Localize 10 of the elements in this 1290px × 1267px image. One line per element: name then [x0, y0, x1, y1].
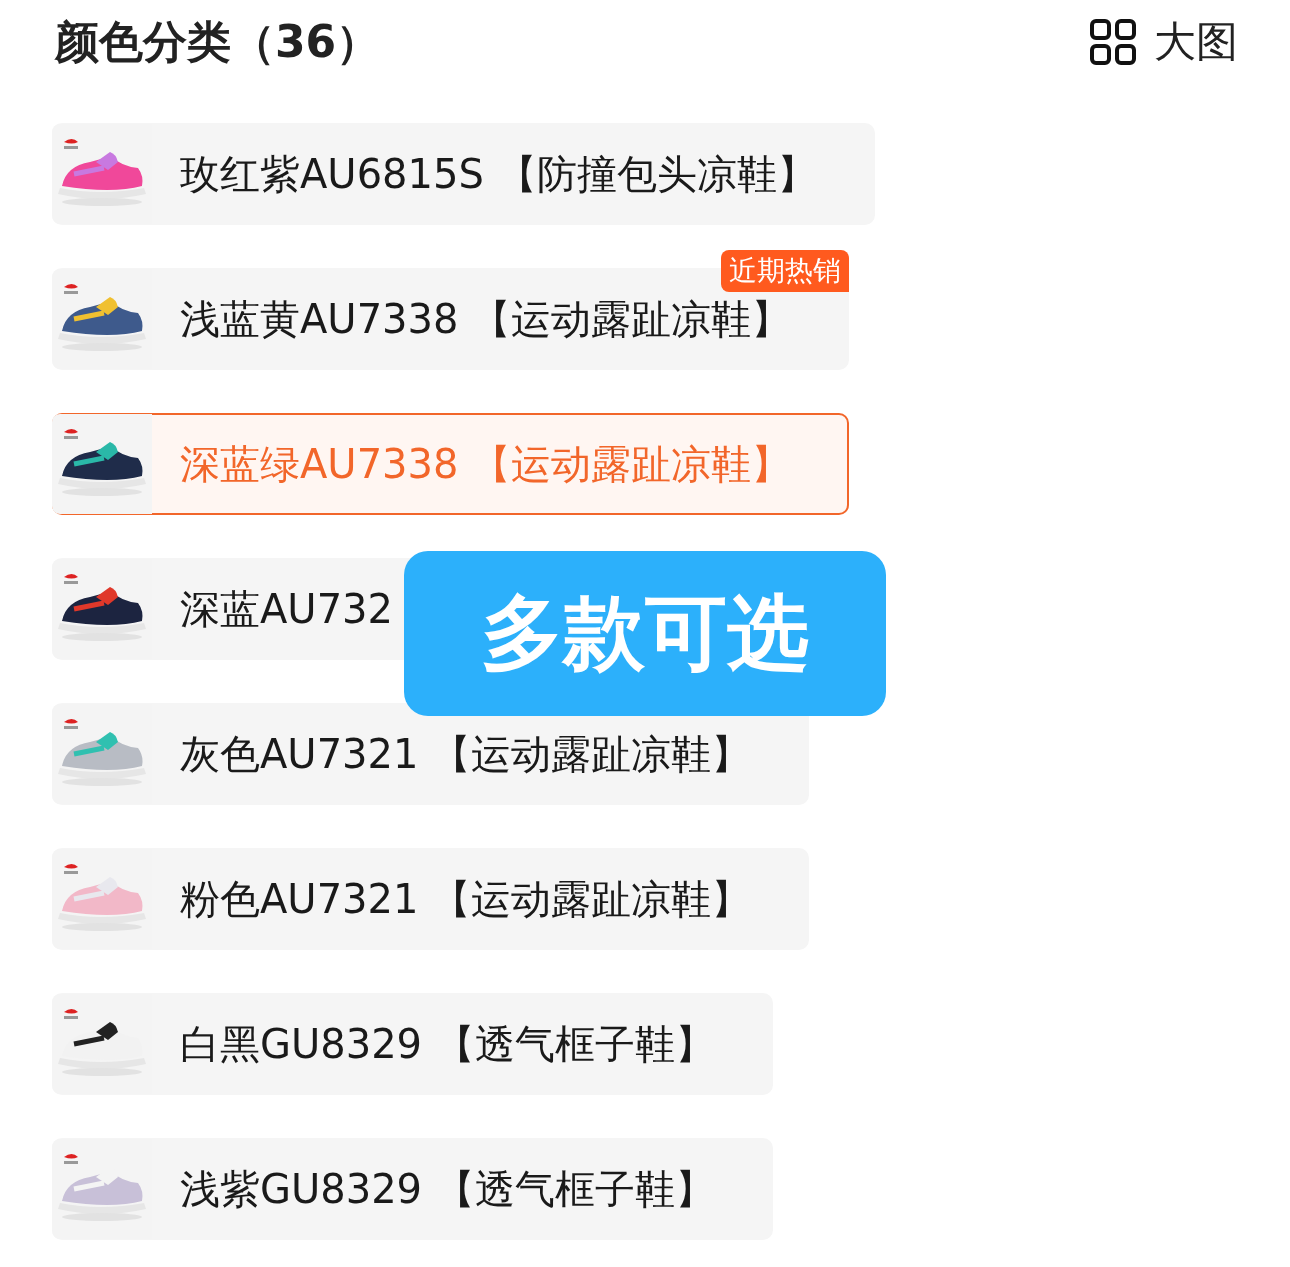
grid-icon — [1090, 19, 1136, 65]
section-title: 颜色分类（36） — [55, 14, 381, 69]
color-option[interactable]: 灰色AU7321 【运动露趾凉鞋】 — [52, 703, 810, 805]
color-option[interactable]: 浅紫GU8329 【透气框子鞋】 — [52, 1138, 773, 1240]
color-option[interactable]: 粉色AU7321 【运动露趾凉鞋】 — [52, 848, 810, 950]
large-view-toggle[interactable]: 大图 — [1090, 14, 1238, 70]
color-option[interactable]: 玫红紫AU6815S 【防撞包头凉鞋】 — [52, 123, 875, 225]
color-option[interactable]: 白黑GU8329 【透气框子鞋】 — [52, 993, 773, 1095]
promo-toast: 多款可选 — [404, 551, 886, 716]
hot-sale-badge: 近期热销 — [721, 250, 850, 292]
